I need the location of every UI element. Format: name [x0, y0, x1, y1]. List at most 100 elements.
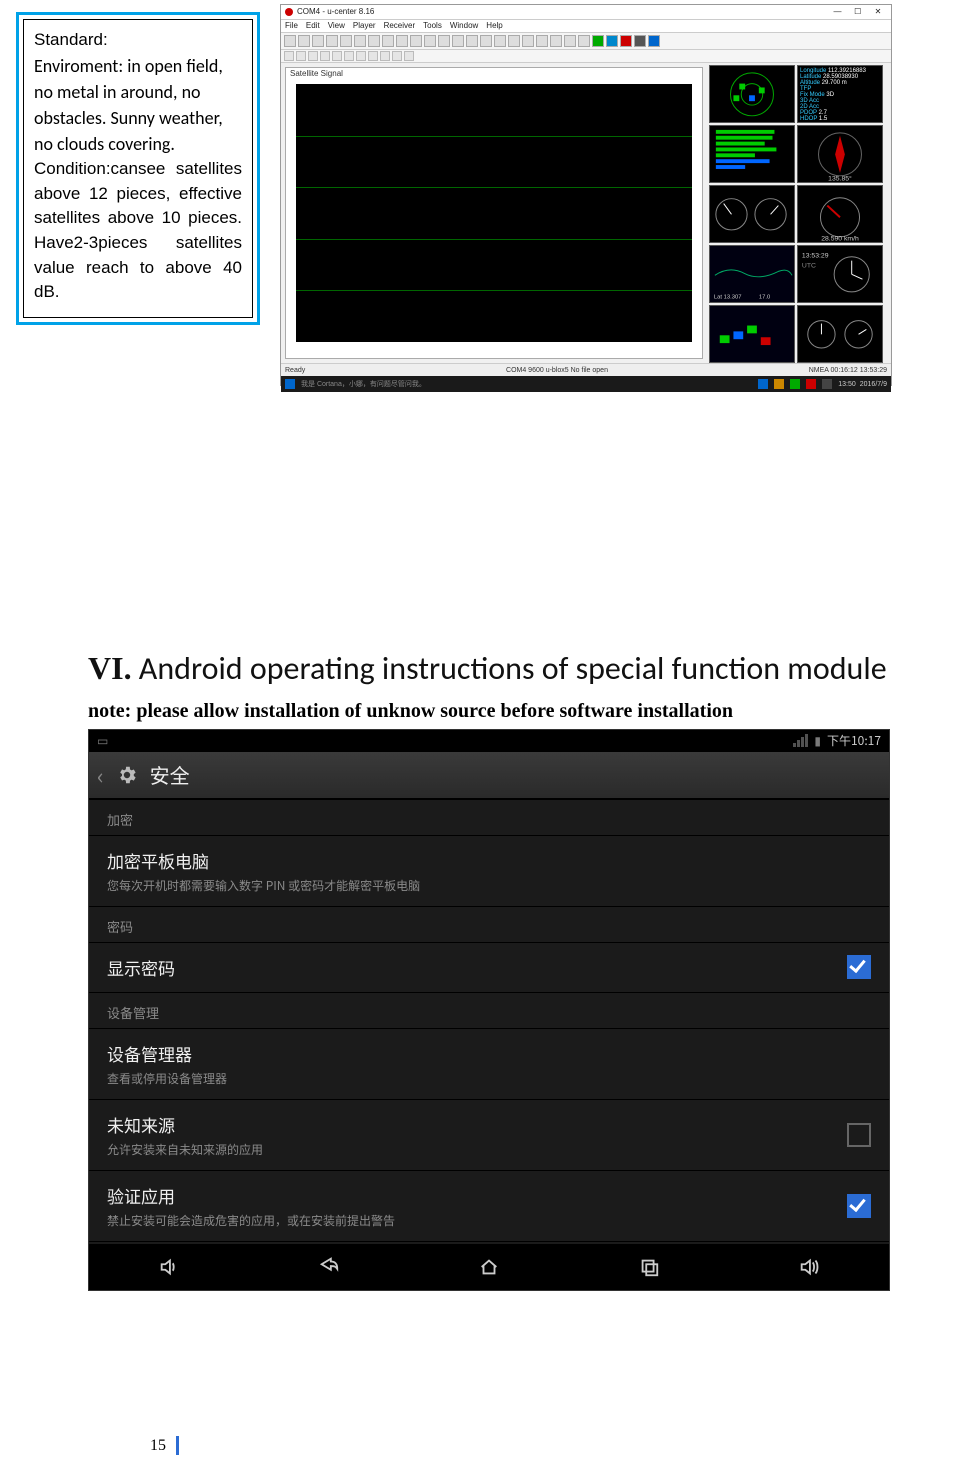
speed-panel: 28.590 km/h — [797, 185, 883, 243]
menu-player[interactable]: Player — [353, 22, 376, 30]
standard-callout-body: Standard: Enviroment: in open field, no … — [23, 19, 253, 318]
taskbar-icon[interactable] — [822, 379, 832, 389]
settings-row[interactable]: 设备管理器查看或停用设备管理器 — [89, 1028, 889, 1099]
toolbar-icon[interactable] — [404, 51, 414, 61]
compass-heading: 135.85° — [828, 175, 852, 183]
toolbar-icon[interactable] — [466, 35, 478, 47]
toolbar-icon[interactable] — [298, 35, 310, 47]
toolbar-icon[interactable] — [340, 35, 352, 47]
settings-row[interactable]: 验证应用禁止安装可能会造成危害的应用，或在安装前提出警告 — [89, 1170, 889, 1241]
toolbar-icon[interactable] — [494, 35, 506, 47]
toolbar-icon[interactable] — [326, 35, 338, 47]
toolbar-icon[interactable] — [606, 35, 618, 47]
toolbar-icon[interactable] — [578, 35, 590, 47]
position-info-panel: Longitude 112.39216883Latitude 28.590389… — [797, 65, 883, 123]
toolbar-icon[interactable] — [592, 35, 604, 47]
section-heading: VI. Android operating instructions of sp… — [88, 644, 948, 694]
sat-bar-label: 28 — [302, 343, 340, 350]
toolbar-icon[interactable] — [424, 35, 436, 47]
toolbar-icon[interactable] — [648, 35, 660, 47]
toolbar-icon[interactable] — [508, 35, 520, 47]
settings-row-subtitle: 禁止安装可能会造成危害的应用，或在安装前提出警告 — [107, 1212, 395, 1229]
toolbar-icon[interactable] — [452, 35, 464, 47]
taskbar-icon[interactable] — [758, 379, 768, 389]
toolbar-icon[interactable] — [438, 35, 450, 47]
close-icon[interactable]: ✕ — [869, 8, 887, 16]
cortana-search[interactable]: 我是 Cortana，小娜，有问题尽管问我。 — [301, 381, 752, 388]
satview-panel — [709, 305, 795, 363]
back-icon[interactable]: ‹ — [97, 759, 104, 791]
settings-row-title: 加密平板电脑 — [107, 848, 420, 873]
taskbar-icon[interactable] — [774, 379, 784, 389]
page-number: 15 — [150, 1436, 179, 1455]
start-icon[interactable] — [285, 379, 295, 389]
nav-back-icon[interactable] — [315, 1256, 343, 1278]
gps-toolbar-2 — [281, 50, 891, 63]
toolbar-icon[interactable] — [380, 51, 390, 61]
window-controls: — ☐ ✕ — [829, 8, 887, 16]
toolbar-icon[interactable] — [620, 35, 632, 47]
dualclock-panel — [797, 305, 883, 363]
chart-title: Satellite Signal — [290, 70, 343, 78]
menu-help[interactable]: Help — [486, 22, 502, 30]
nav-volume-icon[interactable] — [155, 1256, 183, 1278]
standard-condition: Condition:cansee satellites above 12 pie… — [34, 157, 242, 305]
toolbar-icon[interactable] — [356, 51, 366, 61]
toolbar-icon[interactable] — [382, 35, 394, 47]
nav-volume-icon[interactable] — [795, 1256, 823, 1278]
checkbox-icon[interactable] — [847, 955, 871, 979]
toolbar-icon[interactable] — [396, 35, 408, 47]
settings-row[interactable]: 加密平板电脑您每次开机时都需要输入数字 PIN 或密码才能解密平板电脑 — [89, 835, 889, 906]
menu-tools[interactable]: Tools — [423, 22, 442, 30]
gps-side-panels: Longitude 112.39216883Latitude 28.590389… — [707, 63, 891, 363]
gps-statusbar: Ready COM4 9600 u-blox5 No file open NME… — [281, 363, 891, 376]
sat-bar-label: 12 — [648, 343, 686, 350]
taskbar-icon[interactable] — [790, 379, 800, 389]
menu-window[interactable]: Window — [450, 22, 478, 30]
svg-text:17.0: 17.0 — [759, 295, 771, 301]
toolbar-icon[interactable] — [320, 51, 330, 61]
settings-row[interactable]: 未知来源允许安装来自未知来源的应用 — [89, 1099, 889, 1170]
nav-recents-icon[interactable] — [635, 1256, 663, 1278]
settings-row[interactable]: 显示密码 — [89, 942, 889, 992]
toolbar-icon[interactable] — [368, 35, 380, 47]
menu-file[interactable]: File — [285, 22, 298, 30]
toolbar-icon[interactable] — [308, 51, 318, 61]
gear-icon — [114, 762, 140, 788]
toolbar-icon[interactable] — [536, 35, 548, 47]
toolbar-icon[interactable] — [634, 35, 646, 47]
menu-view[interactable]: View — [328, 22, 345, 30]
toolbar-icon[interactable] — [368, 51, 378, 61]
sat-bar-label: 10 — [345, 343, 383, 350]
settings-category: 密码 — [89, 906, 889, 942]
svg-text:13:53:29: 13:53:29 — [802, 253, 829, 260]
menu-receiver[interactable]: Receiver — [384, 22, 416, 30]
nav-home-icon[interactable] — [475, 1256, 503, 1278]
toolbar-icon[interactable] — [332, 51, 342, 61]
settings-row-subtitle: 您每次开机时都需要输入数字 PIN 或密码才能解密平板电脑 — [107, 877, 420, 894]
toolbar-icon[interactable] — [522, 35, 534, 47]
toolbar-icon[interactable] — [564, 35, 576, 47]
toolbar-icon[interactable] — [312, 35, 324, 47]
checkbox-icon[interactable] — [847, 1194, 871, 1218]
settings-row-title: 未知来源 — [107, 1112, 263, 1137]
settings-category: 加密 — [89, 799, 889, 835]
toolbar-icon[interactable] — [344, 51, 354, 61]
gps-app-icon — [285, 8, 293, 16]
minimize-icon[interactable]: — — [829, 8, 847, 16]
toolbar-icon[interactable] — [296, 51, 306, 61]
checkbox-icon[interactable] — [847, 1123, 871, 1147]
toolbar-icon[interactable] — [392, 51, 402, 61]
menu-edit[interactable]: Edit — [306, 22, 320, 30]
toolbar-icon[interactable] — [550, 35, 562, 47]
chart-area: 2810152019324252112 — [296, 84, 692, 342]
taskbar-icon[interactable] — [806, 379, 816, 389]
toolbar-icon[interactable] — [410, 35, 422, 47]
sat-bar-label: 15 — [388, 343, 426, 350]
maximize-icon[interactable]: ☐ — [849, 8, 867, 16]
toolbar-icon[interactable] — [480, 35, 492, 47]
toolbar-icon[interactable] — [284, 35, 296, 47]
toolbar-icon[interactable] — [284, 51, 294, 61]
standard-label: Standard: — [34, 28, 242, 53]
toolbar-icon[interactable] — [354, 35, 366, 47]
